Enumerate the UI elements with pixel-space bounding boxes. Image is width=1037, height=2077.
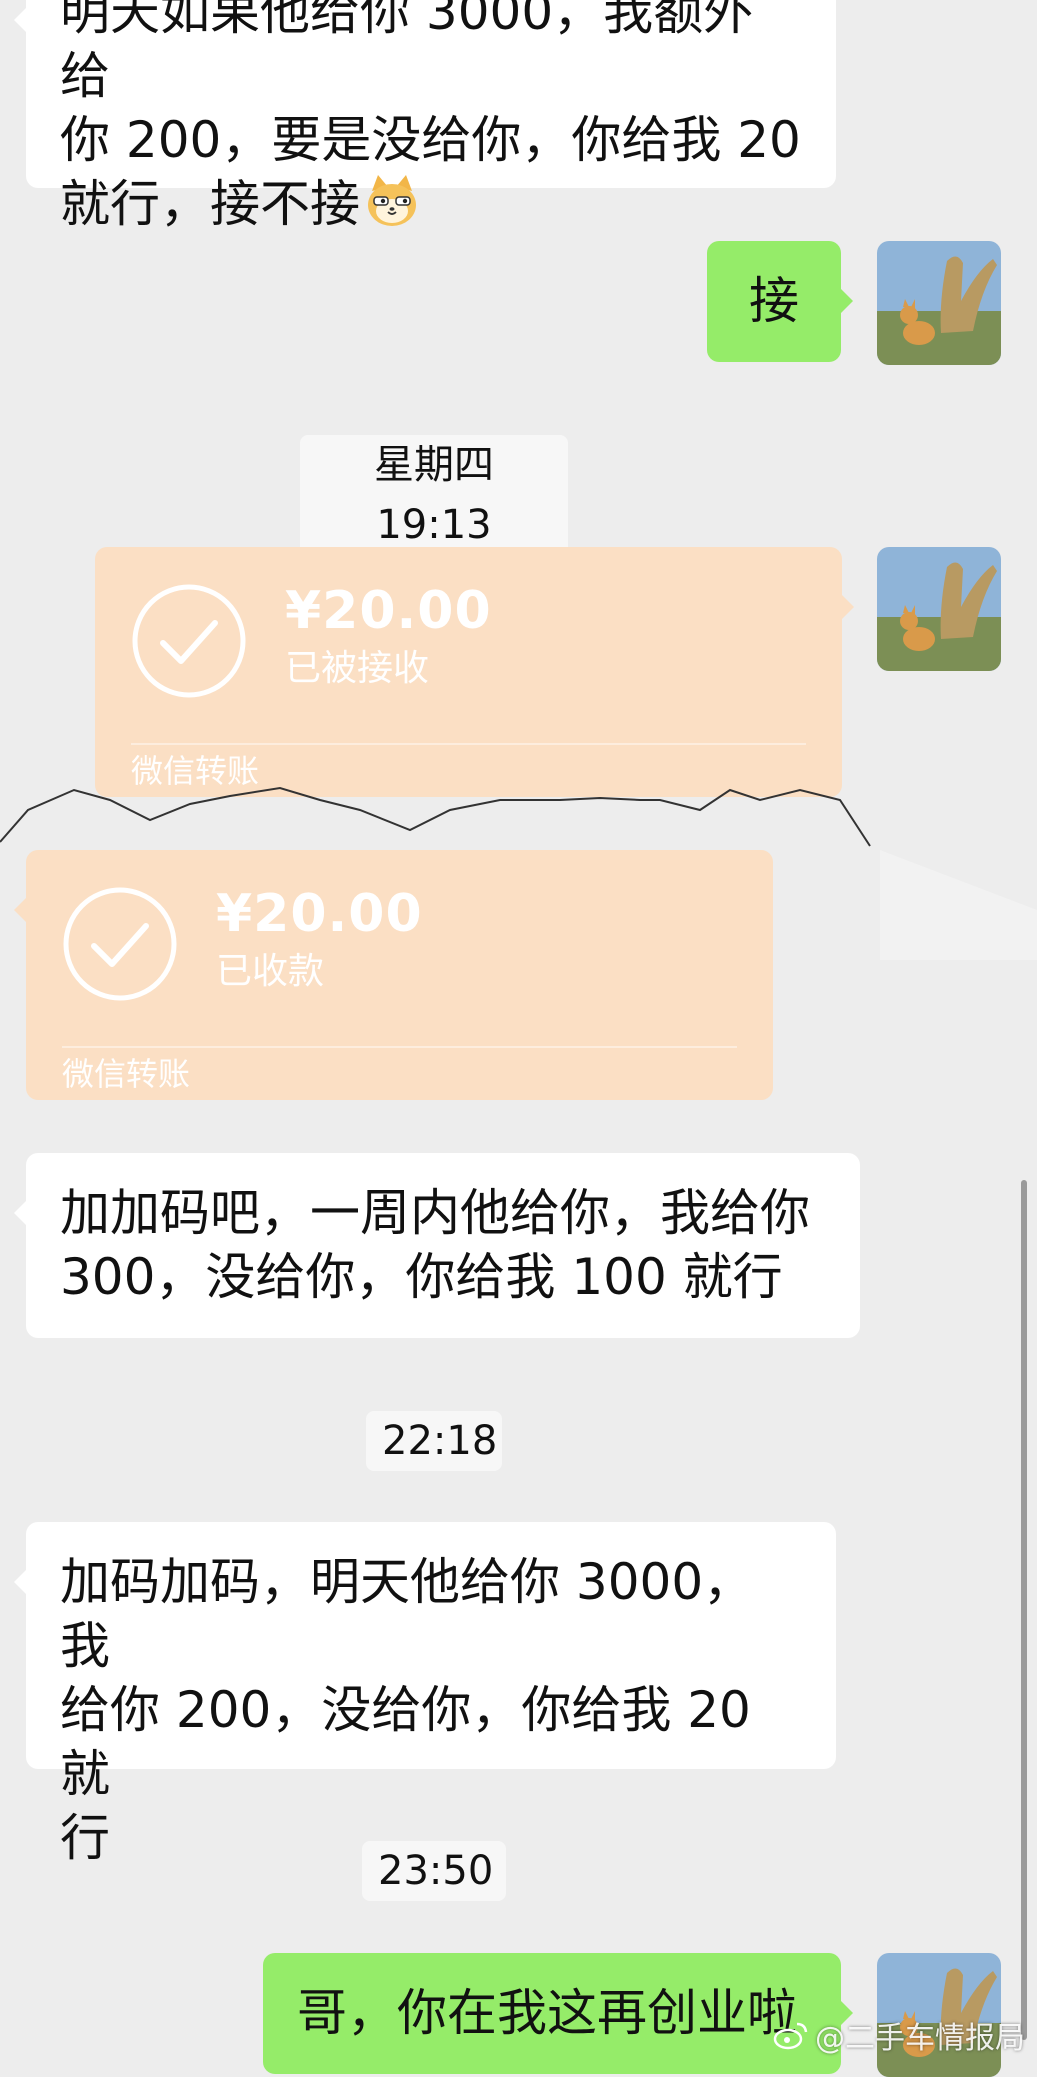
message-text-line: 给你 200，没给你，你给我 20 就 <box>60 1681 751 1803</box>
message-text: 接 <box>749 272 799 330</box>
message-text-line: 加码加码，明天他给你 3000，我 <box>60 1553 754 1675</box>
watermark-text: @二手车情报局 <box>815 2021 1025 2056</box>
cat-emoji-icon <box>368 175 416 226</box>
message-bubble-outgoing[interactable]: 哥，你在我这再创业啦 <box>263 1953 853 2074</box>
transfer-amount: ¥20.00 <box>285 581 492 641</box>
scrollbar[interactable] <box>1021 1180 1027 2040</box>
transfer-amount: ¥20.00 <box>216 884 423 944</box>
user-avatar[interactable] <box>877 241 1001 365</box>
transfer-divider <box>131 743 806 745</box>
transfer-status: 已收款 <box>216 951 325 992</box>
transfer-caption: 微信转账 <box>131 752 260 790</box>
dog-statue-avatar-icon <box>877 241 1001 365</box>
weibo-icon <box>773 2022 808 2050</box>
message-text-line: 加加码吧，一周内他给你，我给你 <box>60 1184 810 1242</box>
check-circle-icon <box>63 887 177 1001</box>
transfer-divider <box>62 1046 737 1048</box>
message-text-line: 300，没给你，你给我 100 就行 <box>60 1248 783 1306</box>
timestamp: 星期四 19:13 <box>300 435 568 555</box>
transfer-card-outgoing[interactable]: ¥20.00 已被接收 微信转账 <box>95 547 854 797</box>
message-text-line: 明天如果他给你 3000，我额外给 <box>60 0 754 105</box>
chat-area[interactable]: 明天如果他给你 3000，我额外给 你 200，要是没给你，你给我 20 就行，… <box>0 0 1037 2077</box>
user-avatar[interactable] <box>877 547 1001 671</box>
message-text-line: 就行，接不接 <box>60 172 802 236</box>
check-circle-icon <box>132 584 246 698</box>
message-bubble-incoming[interactable]: 明天如果他给你 3000，我额外给 你 200，要是没给你，你给我 20 就行，… <box>14 0 836 233</box>
timestamp: 23:50 <box>362 1841 506 1901</box>
timestamp: 22:18 <box>366 1411 502 1471</box>
transfer-status: 已被接收 <box>285 648 430 689</box>
watermark: @二手车情报局 <box>773 2013 1025 2057</box>
message-bubble-incoming[interactable]: 加加码吧，一周内他给你，我给你 300，没给你，你给我 100 就行 <box>14 1153 860 1338</box>
message-text-line: 你 200，要是没给你，你给我 20 <box>60 111 801 169</box>
message-bubble-outgoing[interactable]: 接 <box>707 241 853 362</box>
message-text: 哥，你在我这再创业啦 <box>297 1984 797 2042</box>
transfer-caption: 微信转账 <box>62 1055 191 1093</box>
transfer-card-incoming[interactable]: ¥20.00 已收款 微信转账 <box>14 850 773 1100</box>
message-text: 就行，接不接 <box>60 175 360 233</box>
message-bubble-incoming[interactable]: 加码加码，明天他给你 3000，我 给你 200，没给你，你给我 20 就 行 <box>14 1522 836 1867</box>
dog-statue-avatar-icon <box>877 547 1001 671</box>
